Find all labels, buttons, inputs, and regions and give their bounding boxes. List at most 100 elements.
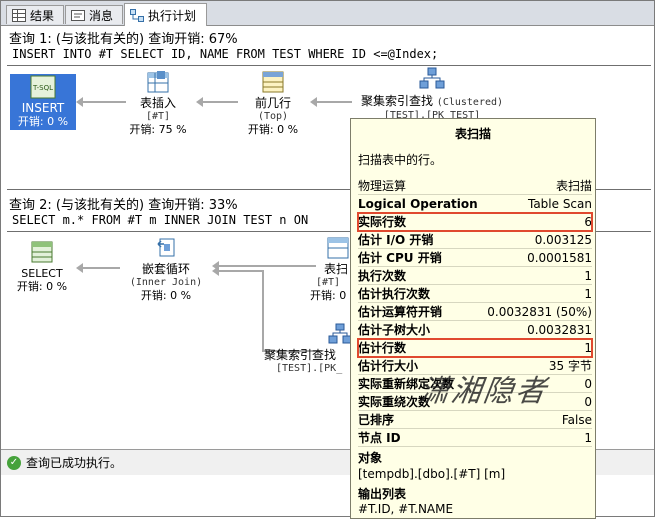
property-key: 执行次数 [358, 269, 407, 283]
nested-loops-icon [154, 236, 178, 260]
property-value: False [561, 412, 592, 427]
tooltip-object-value: [tempdb].[dbo].[#T] [m] [358, 467, 506, 481]
clustered-seek-node-2[interactable]: 聚集索引查找 [TEST].[PK_ [264, 322, 354, 375]
table-scan-node-label: 表扫 [324, 262, 349, 276]
property-row: Logical Operation Table Scan [358, 195, 592, 213]
property-value: 1 [584, 340, 592, 355]
property-row: 估计 CPU 开销 0.0001581 [358, 249, 592, 267]
property-row: 已排序 False [358, 411, 592, 429]
property-key: 估计运算符开销 [358, 305, 443, 319]
tab-execution-plan[interactable]: 执行计划 [124, 3, 207, 26]
insert-node-cost: 开销: 0 % [17, 115, 69, 128]
property-value: 6 [584, 214, 592, 229]
query1-sql: INSERT INTO #T SELECT ID, NAME FROM TEST… [12, 47, 439, 61]
property-value: 0 [584, 394, 592, 409]
clustered-seek-2-sub: [TEST].[PK_ [276, 363, 343, 374]
nested-loops-node-sub: (Inner Join) [129, 277, 203, 288]
flow-arrow [310, 97, 352, 107]
clustered-seek-1-label: 聚集索引查找 [360, 94, 433, 108]
top-rows-icon [261, 70, 285, 94]
top-node-cost: 开销: 0 % [247, 123, 299, 136]
property-key: 节点 ID [358, 431, 401, 445]
tooltip-title: 表扫描 [454, 127, 491, 141]
table-scan-node-cost: 开销: 0 [310, 289, 347, 302]
property-value: 0.0001581 [527, 250, 592, 265]
success-check-icon: ✓ [7, 455, 21, 470]
property-value: Table Scan [527, 196, 592, 211]
query2-header: 查询 2: (与该批有关的) 查询开销: 33% [9, 198, 238, 213]
table-insert-node[interactable]: 表插入 [#T] 开销: 75 % [120, 70, 196, 136]
clustered-seek-node-1[interactable]: 聚集索引查找 (Clustered) [TEST].[PK_TEST] [352, 66, 512, 122]
property-value: 0.003125 [534, 232, 592, 247]
property-key: 估计子树大小 [358, 323, 431, 337]
table-insert-icon [146, 70, 170, 94]
nested-loops-node-label: 嵌套循环 [141, 262, 190, 276]
clustered-index-icon [419, 66, 445, 92]
property-row: 估计子树大小 0.0032831 [358, 321, 592, 339]
watermark: 潇湘隐者 [417, 374, 550, 409]
flow-arrow [76, 263, 120, 273]
top-node[interactable]: 前几行 (Top) 开销: 0 % [236, 70, 310, 136]
tab-bar: 结果 消息 执行计划 [1, 1, 654, 26]
insert-node-label: INSERT [21, 101, 65, 115]
property-row: 估计执行次数 1 [358, 285, 592, 303]
property-value: 1 [584, 286, 592, 301]
nested-loops-node-cost: 开销: 0 % [140, 289, 192, 302]
property-key: 估计行数 [358, 341, 407, 355]
tab-results-label: 结果 [30, 8, 55, 23]
property-value: 1 [584, 268, 592, 283]
property-key: 估计 I/O 开销 [358, 233, 434, 247]
property-row-highlighted: 估计行数 1 [357, 338, 593, 358]
select-node-label: SELECT [21, 267, 63, 280]
top-node-label: 前几行 [254, 96, 291, 110]
property-value: 0 [584, 376, 592, 391]
query2-sql: SELECT m.* FROM #T m INNER JOIN TEST n O… [12, 213, 309, 227]
tab-results[interactable]: 结果 [6, 5, 64, 24]
property-value: 35 字节 [548, 359, 592, 373]
property-key: 已排序 [358, 413, 395, 427]
table-scan-node[interactable]: 表扫 [#T] 开销: 0 [304, 236, 350, 302]
property-row: 节点 ID 1 [358, 429, 592, 447]
operator-tooltip: 表扫描 扫描表中的行。 物理运算 表扫描 Logical Operation Tab… [350, 118, 596, 519]
property-key: 估计 CPU 开销 [358, 251, 442, 265]
status-text: 查询已成功执行。 [26, 456, 123, 470]
tooltip-output-label: 输出列表 [358, 487, 407, 501]
tooltip-object-label: 对象 [358, 451, 383, 465]
table-insert-node-sub: [#T] [145, 111, 171, 122]
tab-messages[interactable]: 消息 [65, 5, 123, 24]
property-row: 估计运算符开销 0.0032831 (50%) [358, 303, 592, 321]
property-key: Logical Operation [358, 196, 478, 211]
table-scan-node-sub: [#T] [316, 277, 341, 288]
tsql-icon: T-SQL [30, 75, 56, 99]
property-value: 0.0032831 [527, 322, 592, 337]
flow-arrow [212, 266, 264, 276]
property-value: 表扫描 [555, 179, 592, 193]
select-node[interactable]: SELECT 开销: 0 % [10, 240, 74, 293]
table-insert-node-label: 表插入 [139, 96, 176, 110]
flow-arrow [212, 261, 316, 271]
property-value: 1 [584, 430, 592, 445]
property-key: 估计行大小 [358, 359, 419, 373]
grid-icon [12, 8, 26, 22]
property-value: 0.0032831 (50%) [487, 304, 592, 319]
top-node-sub: (Top) [257, 111, 289, 122]
query1-divider [7, 65, 651, 66]
clustered-seek-1-sub: (Clustered) [436, 97, 504, 108]
clustered-index-icon [328, 322, 352, 346]
property-row: 估计 I/O 开销 0.003125 [358, 231, 592, 249]
select-icon [30, 240, 54, 264]
table-insert-node-cost: 开销: 75 % [129, 123, 187, 136]
plan-icon [130, 8, 144, 22]
property-key: 估计执行次数 [358, 287, 431, 301]
tab-execution-plan-label: 执行计划 [148, 8, 197, 23]
insert-node[interactable]: T-SQL INSERT 开销: 0 % [10, 74, 76, 130]
tab-messages-label: 消息 [89, 8, 114, 23]
property-row-highlighted: 实际行数 6 [357, 212, 593, 232]
property-row: 执行次数 1 [358, 267, 592, 285]
nested-loops-node[interactable]: 嵌套循环 (Inner Join) 开销: 0 % [120, 236, 212, 302]
query1-header: 查询 1: (与该批有关的) 查询开销: 67% [9, 32, 238, 47]
tooltip-description: 扫描表中的行。 [358, 153, 443, 167]
tooltip-output-value: #T.ID, #T.NAME [358, 502, 454, 516]
select-node-cost: 开销: 0 % [16, 280, 68, 293]
property-key: 实际行数 [358, 215, 407, 229]
